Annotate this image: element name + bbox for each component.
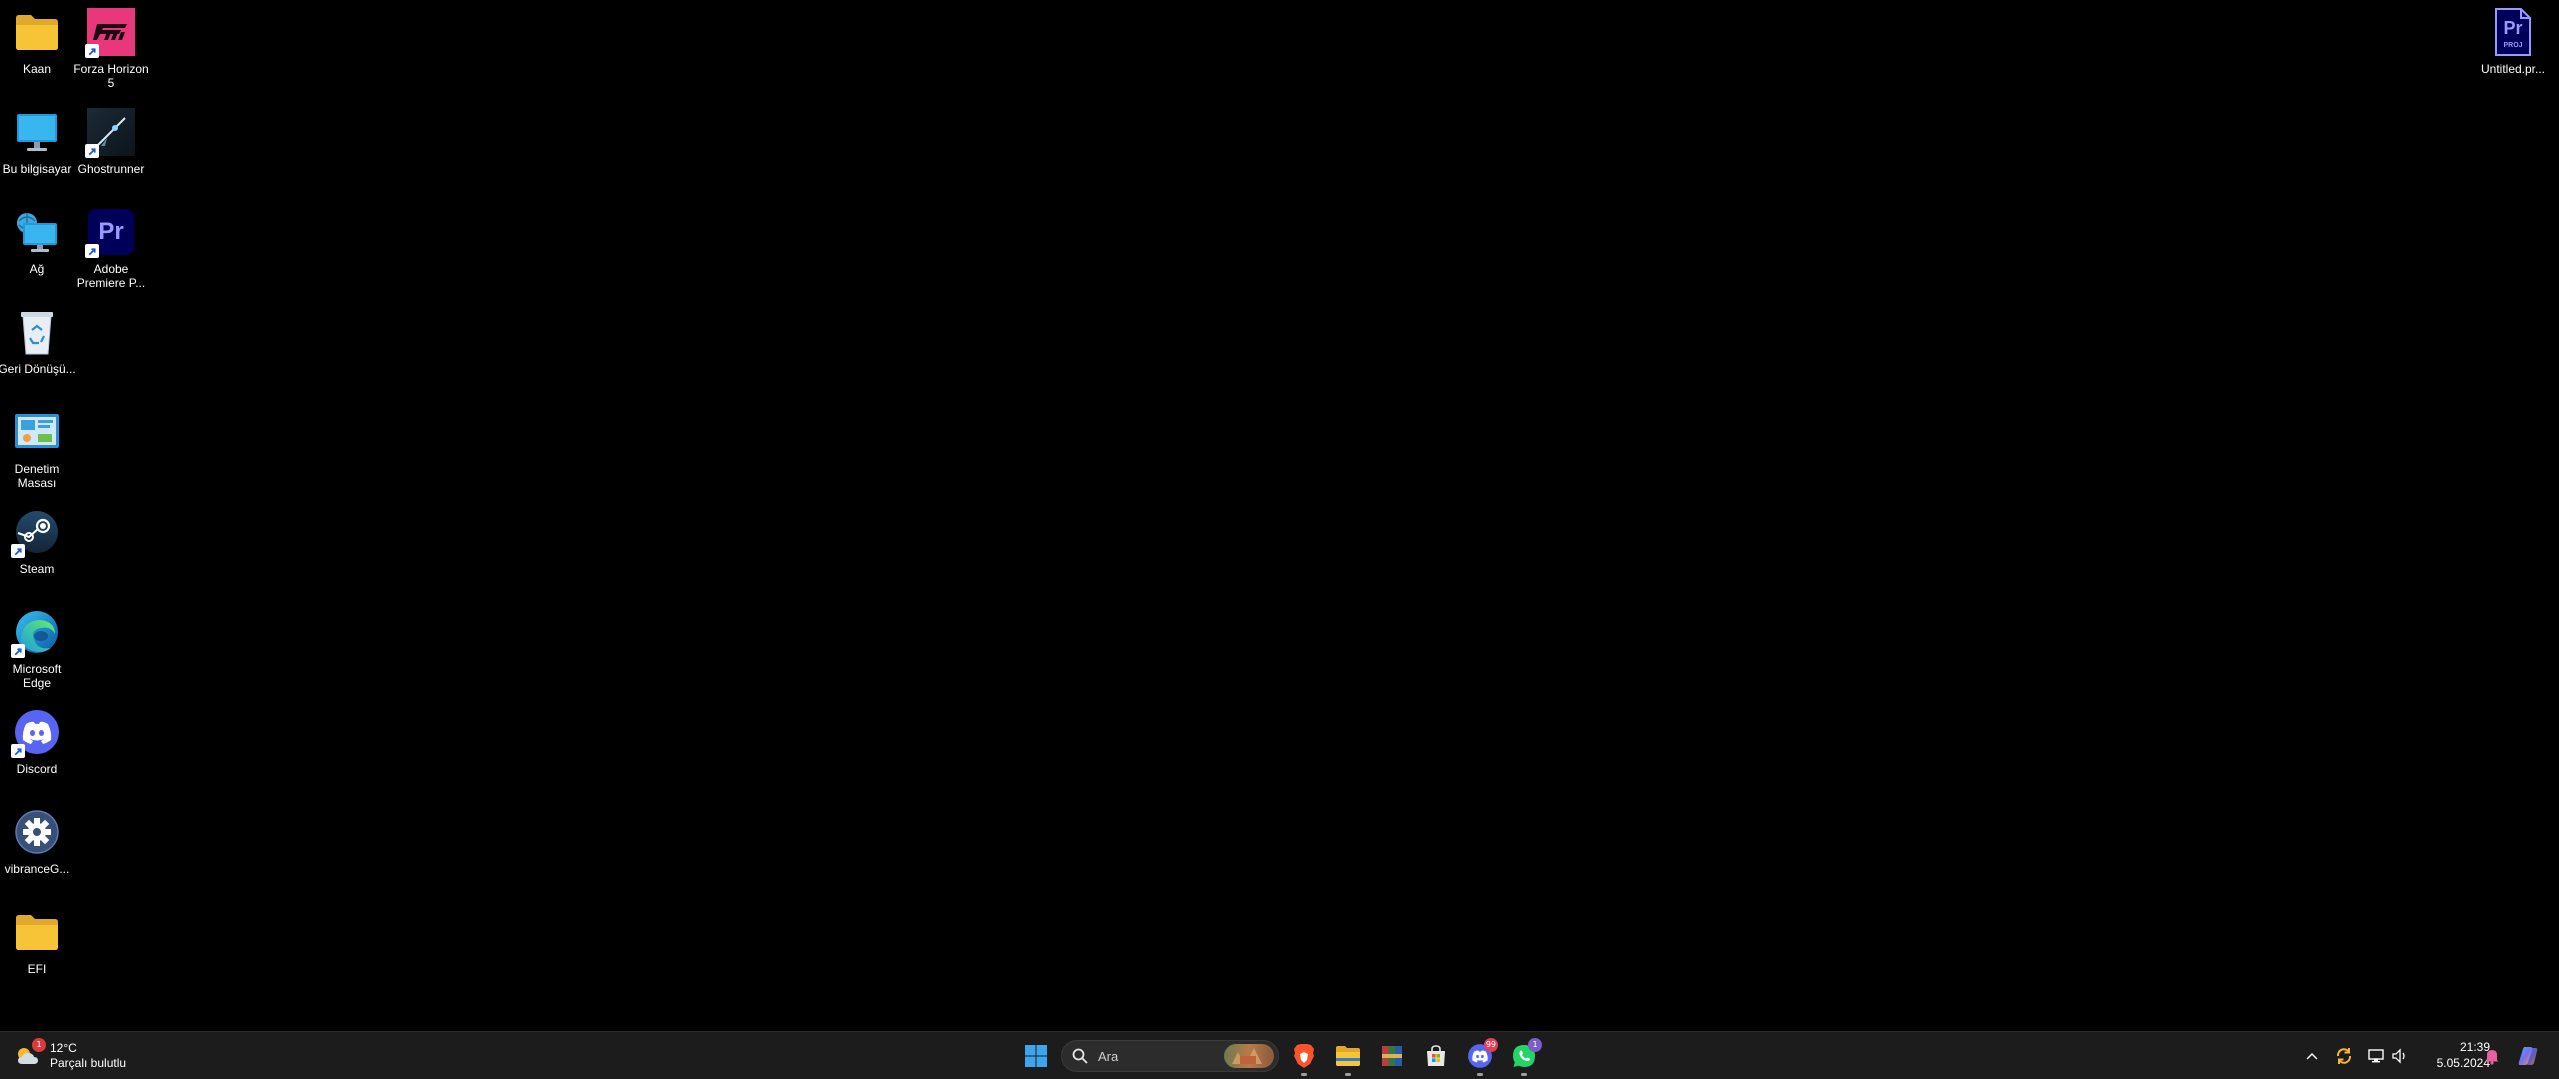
desktop-icon-ghostrunner[interactable]: Ghostrunner [74,100,148,196]
desktop-icon-label: Kaan [22,62,52,76]
premiere-project-icon: Pr PROJ [2487,6,2539,58]
desktop-icon-discord[interactable]: Discord [0,700,74,796]
edge-icon [11,606,63,658]
desktop-icon-control-panel[interactable]: Denetim Masası [0,400,74,496]
show-hidden-icons-button[interactable] [2300,1044,2324,1068]
desktop-icon-label: Bu bilgisayar [2,162,72,176]
start-button[interactable] [1018,1038,1054,1074]
steam-icon [11,506,63,558]
desktop-icon-label: vibranceG... [4,862,70,876]
network-icon [11,206,63,258]
shortcut-arrow-icon [11,744,25,758]
discord-icon [11,706,63,758]
volume-tray-button[interactable] [2388,1044,2412,1068]
forza-horizon-icon [85,6,137,58]
folder-icon [11,6,63,58]
search-icon [1072,1048,1088,1064]
desktop[interactable]: Kaan Forza Horizon 5 Bu bilgisayar Ghost… [0,0,2559,1031]
winrar-button[interactable] [1374,1038,1410,1074]
desktop-icon-label: EFI [27,962,47,976]
notification-badge: 99 [1483,1038,1498,1052]
desktop-icon-forza-horizon-5[interactable]: Forza Horizon 5 [73,0,149,96]
running-indicator [1345,1073,1351,1076]
clock-time: 21:39 [2459,1040,2490,1054]
running-indicator [1521,1073,1527,1076]
discord-button[interactable]: 99 [1462,1038,1498,1076]
desktop-icon-adobe-premiere[interactable]: Pr Adobe Premiere P... [74,200,148,296]
computer-icon [11,106,63,158]
notifications-button[interactable] [2480,1044,2504,1068]
windows-logo-icon [1025,1045,1047,1067]
weather-temperature: 12°C [50,1041,77,1055]
running-indicator [1477,1073,1483,1076]
shortcut-arrow-icon [11,644,25,658]
chevron-up-icon [2306,1052,2318,1060]
premiere-glyph: Pr [98,218,124,245]
desktop-icon-steam[interactable]: Steam [0,500,74,596]
desktop-icon-microsoft-edge[interactable]: Microsoft Edge [0,600,74,696]
control-panel-icon [11,406,63,458]
file-explorer-button[interactable] [1330,1038,1366,1076]
sync-icon [2336,1048,2352,1064]
winrar-icon [1382,1046,1402,1066]
desktop-icon-label: Adobe Premiere P... [76,262,146,290]
store-icon [1427,1045,1445,1066]
recycle-bin-icon [11,306,63,358]
premiere-glyph: Pr [2503,18,2523,38]
running-indicator [1301,1073,1307,1076]
project-extension-text: PROJ [2503,42,2523,49]
clock-date: 5.05.2024 [2436,1056,2490,1070]
notification-badge: 1 [1528,1038,1542,1052]
weather-alert-badge: 1 [32,1038,46,1052]
desktop-icon-recycle-bin[interactable]: Geri Dönüşü... [0,300,76,396]
shortcut-arrow-icon [11,544,25,558]
search-highlight-image [1224,1044,1274,1068]
desktop-icon-network[interactable]: Ağ [0,200,74,296]
folder-icon [11,906,63,958]
desktop-icon-label: Discord [16,762,58,776]
taskbar: 1 12°C Parçalı bulutlu Ara 99 1 21:39 5.… [0,1031,2559,1079]
volume-icon [2392,1048,2405,1064]
weather-icon: 1 [14,1038,46,1070]
microsoft-store-button[interactable] [1418,1038,1454,1074]
weather-condition: Parçalı bulutlu [50,1056,127,1070]
shortcut-arrow-icon [85,144,99,158]
file-explorer-icon [1336,1046,1360,1066]
desktop-icon-untitled-project[interactable]: Pr PROJ Untitled.pr... [2475,0,2551,96]
whatsapp-button[interactable]: 1 [1506,1038,1542,1076]
shortcut-arrow-icon [85,44,99,58]
copilot-icon [2518,1047,2538,1065]
desktop-icon-vibrancegui[interactable]: vibranceG... [0,800,74,896]
sync-tray-button[interactable] [2332,1044,2356,1068]
desktop-icon-label: Forza Horizon 5 [73,62,149,90]
ethernet-icon [2368,1049,2384,1063]
network-tray-button[interactable] [2364,1044,2388,1068]
gear-icon [11,806,63,858]
desktop-icon-label: Steam [19,562,55,576]
search-placeholder: Ara [1098,1048,1119,1064]
desktop-icon-label: Ağ [29,262,45,276]
desktop-icon-this-pc[interactable]: Bu bilgisayar [0,100,74,196]
bell-icon [2485,1050,2499,1065]
desktop-icon-kaan[interactable]: Kaan [0,0,74,96]
shortcut-arrow-icon [85,244,99,258]
brave-icon [1294,1044,1314,1068]
copilot-button[interactable] [2516,1044,2540,1068]
brave-browser-button[interactable] [1286,1038,1322,1076]
ghostrunner-icon [85,106,137,158]
desktop-icon-label: Microsoft Edge [12,662,62,690]
clock[interactable]: 21:39 5.05.2024 [2410,1039,2490,1071]
desktop-icon-label: Ghostrunner [77,162,145,176]
search-input[interactable]: Ara [1061,1040,1279,1072]
desktop-icon-efi[interactable]: EFI [0,900,74,996]
weather-widget[interactable]: 1 12°C Parçalı bulutlu [14,1038,126,1074]
desktop-icon-label: Denetim Masası [14,462,60,490]
desktop-icon-label: Geri Dönüşü... [0,362,76,376]
premiere-pro-icon: Pr [85,206,137,258]
desktop-icon-label: Untitled.pr... [2480,62,2546,76]
